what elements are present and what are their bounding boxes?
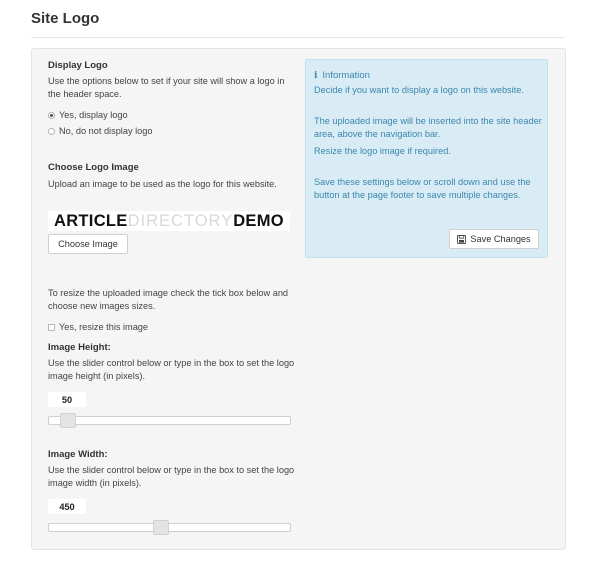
choose-logo-heading: Choose Logo Image	[48, 162, 139, 173]
page-title: Site Logo	[31, 10, 100, 27]
image-height-description: Use the slider control below or type in …	[48, 358, 295, 381]
display-logo-description: Use the options below to set if your sit…	[48, 76, 285, 99]
logo-word-article: ARTICLE	[54, 211, 128, 230]
info-line: Save these settings below or scroll down…	[314, 177, 531, 200]
image-width-heading: Image Width:	[48, 449, 108, 460]
info-line: Resize the logo image if required.	[314, 146, 451, 156]
radio-yes-display-logo[interactable]: Yes, display logo	[48, 110, 128, 120]
radio-no-display-logo[interactable]: No, do not display logo	[48, 126, 152, 136]
resize-checkbox-label: Yes, resize this image	[59, 322, 149, 332]
title-divider	[31, 37, 565, 38]
save-changes-button[interactable]: Save Changes	[449, 229, 539, 249]
save-changes-label: Save Changes	[470, 234, 531, 244]
image-height-slider[interactable]	[48, 413, 291, 428]
info-title: i Information	[314, 70, 370, 81]
radio-label: Yes, display logo	[59, 110, 128, 120]
info-title-label: Information	[322, 70, 370, 81]
radio-label: No, do not display logo	[59, 126, 153, 136]
image-height-slider-handle[interactable]	[60, 413, 76, 428]
resize-description: To resize the uploaded image check the t…	[48, 288, 289, 311]
image-width-input[interactable]: 450	[48, 499, 86, 514]
radio-button[interactable]	[48, 127, 55, 135]
info-icon: i	[314, 70, 318, 81]
resize-checkbox-row[interactable]: Yes, resize this image	[48, 322, 148, 332]
logo-word-directory: DIRECTORY	[127, 211, 234, 230]
image-height-heading: Image Height:	[48, 342, 111, 353]
image-height-input[interactable]: 50	[48, 392, 86, 407]
image-width-slider-handle[interactable]	[153, 520, 169, 535]
radio-button-checked[interactable]	[48, 111, 55, 119]
floppy-disk-icon	[457, 234, 467, 244]
logo-word-demo: DEMO	[233, 211, 284, 230]
choose-image-button[interactable]: Choose Image	[48, 234, 128, 254]
display-logo-heading: Display Logo	[48, 60, 108, 71]
image-width-slider[interactable]	[48, 520, 291, 535]
logo-preview-image: ARTICLE DIRECTORY DEMO	[48, 211, 290, 231]
resize-checkbox[interactable]	[48, 323, 55, 331]
choose-logo-description: Upload an image to be used as the logo f…	[48, 179, 277, 189]
image-width-description: Use the slider control below or type in …	[48, 465, 295, 488]
info-line: Decide if you want to display a logo on …	[314, 85, 524, 95]
info-line: The uploaded image will be inserted into…	[314, 116, 542, 139]
